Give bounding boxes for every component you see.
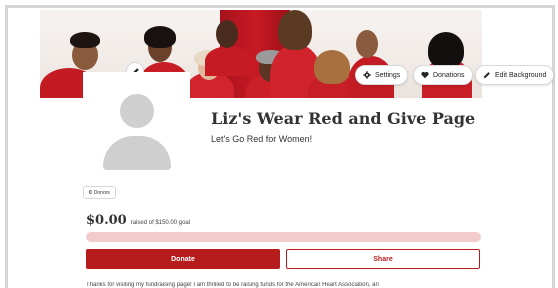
donations-label: Donations bbox=[433, 71, 465, 79]
banner-person-hair bbox=[428, 32, 464, 68]
share-button[interactable]: Share bbox=[286, 249, 480, 269]
avatar-body bbox=[103, 136, 171, 170]
avatar-head bbox=[120, 94, 154, 128]
banner-person-head bbox=[356, 30, 378, 58]
donors-badge: 0 Donors bbox=[83, 186, 116, 199]
edit-background-button[interactable]: Edit Background bbox=[475, 65, 555, 85]
settings-label: Settings bbox=[375, 71, 401, 79]
frame-border-left bbox=[5, 5, 8, 288]
raised-goal-text: raised of $150.00 goal bbox=[130, 220, 191, 226]
banner-person-head bbox=[216, 20, 238, 48]
page: Settings Donations Edit Background Liz's… bbox=[0, 0, 558, 288]
gear-icon bbox=[363, 71, 371, 79]
banner-person-hair bbox=[278, 10, 312, 50]
page-subtitle: Let's Go Red for Women! bbox=[211, 134, 313, 144]
banner-person-hair bbox=[70, 32, 100, 48]
share-label: Share bbox=[373, 255, 393, 263]
progress-bar bbox=[86, 232, 481, 242]
banner-person bbox=[205, 46, 253, 76]
page-title: Liz's Wear Red and Give Page bbox=[211, 109, 476, 128]
donate-label: Donate bbox=[171, 255, 195, 263]
frame-border-top bbox=[5, 5, 555, 8]
donate-button[interactable]: Donate bbox=[86, 249, 280, 269]
avatar[interactable] bbox=[83, 72, 190, 172]
donations-button[interactable]: Donations bbox=[413, 65, 473, 85]
settings-button[interactable]: Settings bbox=[355, 65, 409, 85]
raised-summary: $0.00 raised of $150.00 goal bbox=[86, 213, 190, 228]
banner-person-hair bbox=[314, 50, 350, 84]
donors-count: 0 bbox=[89, 189, 92, 196]
heart-icon bbox=[421, 71, 429, 79]
page-description: Thanks for visiting my fundraising page!… bbox=[86, 282, 379, 288]
donors-label: Donors bbox=[93, 189, 110, 196]
edit-background-label: Edit Background bbox=[495, 71, 547, 79]
frame-border-right bbox=[552, 5, 555, 288]
banner-person-hair bbox=[144, 26, 176, 48]
pencil-icon bbox=[483, 72, 490, 79]
raised-amount: $0.00 bbox=[86, 213, 127, 228]
